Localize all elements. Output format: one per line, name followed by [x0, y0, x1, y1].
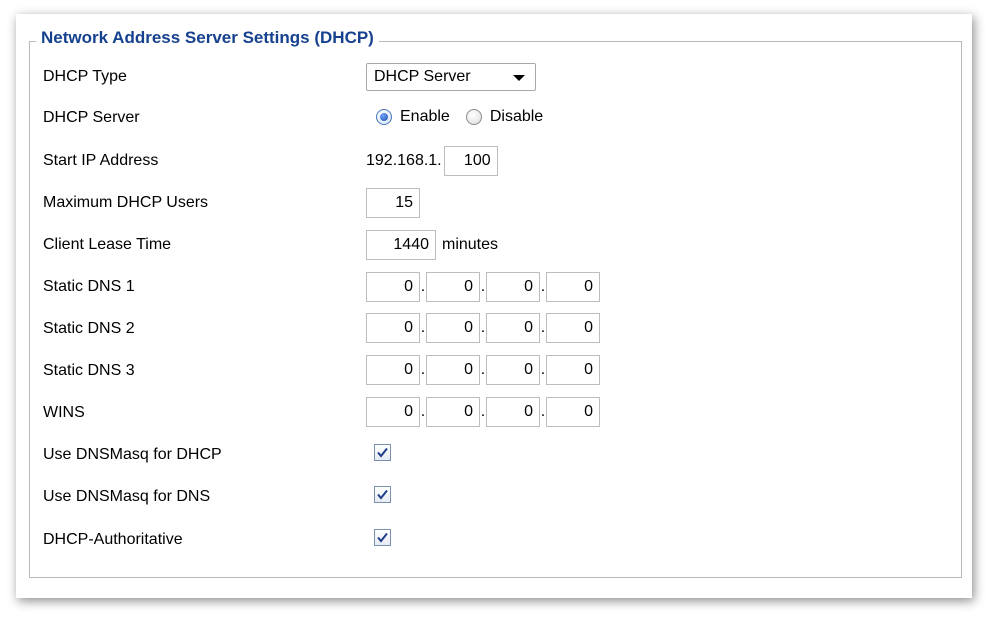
start-ip-input[interactable]: 100: [443, 146, 498, 176]
static-dns-1-octet-2[interactable]: 0: [426, 272, 480, 302]
dnsmasq-dhcp-checkbox[interactable]: [374, 444, 391, 461]
checkmark-icon: [377, 532, 388, 543]
static-dns-2-octet-1[interactable]: 0: [366, 313, 420, 343]
dnsmasq-dns-label: Use DNSMasq for DNS: [43, 488, 211, 505]
wins-label: WINS: [43, 404, 85, 421]
section-title: Network Address Server Settings (DHCP): [36, 27, 379, 49]
dhcp-authoritative-label: DHCP-Authoritative: [43, 531, 183, 548]
dhcp-server-disable-label: Disable: [489, 108, 544, 125]
dhcp-type-value: DHCP Server: [374, 68, 471, 85]
static-dns-3-octet-1[interactable]: 0: [366, 355, 420, 385]
wins-octet-1[interactable]: 0: [366, 397, 420, 427]
dhcp-type-select[interactable]: DHCP Server: [366, 63, 536, 91]
lease-time-label: Client Lease Time: [43, 236, 172, 253]
start-ip-label: Start IP Address: [43, 152, 159, 169]
static-dns-2-label: Static DNS 2: [43, 320, 135, 337]
radio-dot-icon: [380, 113, 388, 121]
checkmark-icon: [377, 447, 388, 458]
static-dns-2-octet-2[interactable]: 0: [426, 313, 480, 343]
dhcp-server-enable-radio[interactable]: [376, 109, 392, 125]
static-dns-3-octet-3[interactable]: 0: [486, 355, 540, 385]
dhcp-authoritative-checkbox[interactable]: [374, 529, 391, 546]
dhcp-server-disable-radio[interactable]: [465, 109, 482, 125]
static-dns-3-octet-2[interactable]: 0: [426, 355, 480, 385]
dhcp-type-label: DHCP Type: [43, 68, 127, 85]
lease-time-unit: minutes: [442, 236, 499, 253]
start-ip-prefix: 192.168.1.: [366, 152, 442, 169]
lease-time-input[interactable]: 1440: [366, 230, 436, 260]
static-dns-2-octet-3[interactable]: 0: [486, 313, 540, 343]
checkmark-icon: [377, 489, 388, 500]
static-dns-1-octet-3[interactable]: 0: [486, 272, 540, 302]
static-dns-1-label: Static DNS 1: [43, 278, 135, 295]
max-users-input[interactable]: 15: [366, 188, 420, 218]
chevron-down-icon: [513, 75, 525, 81]
dnsmasq-dns-checkbox[interactable]: [374, 486, 391, 503]
dhcp-server-enable-label: Enable: [400, 108, 450, 125]
wins-octet-3[interactable]: 0: [486, 397, 540, 427]
dnsmasq-dhcp-label: Use DNSMasq for DHCP: [43, 446, 222, 463]
static-dns-3-octet-4[interactable]: 0: [546, 355, 600, 385]
max-users-label: Maximum DHCP Users: [43, 194, 209, 211]
static-dns-1-octet-4[interactable]: 0: [546, 272, 600, 302]
dhcp-server-label: DHCP Server: [43, 109, 140, 126]
static-dns-3-label: Static DNS 3: [43, 362, 135, 379]
wins-octet-4[interactable]: 0: [546, 397, 600, 427]
static-dns-1-octet-1[interactable]: 0: [366, 272, 420, 302]
static-dns-2-octet-4[interactable]: 0: [546, 313, 600, 343]
wins-octet-2[interactable]: 0: [426, 397, 480, 427]
